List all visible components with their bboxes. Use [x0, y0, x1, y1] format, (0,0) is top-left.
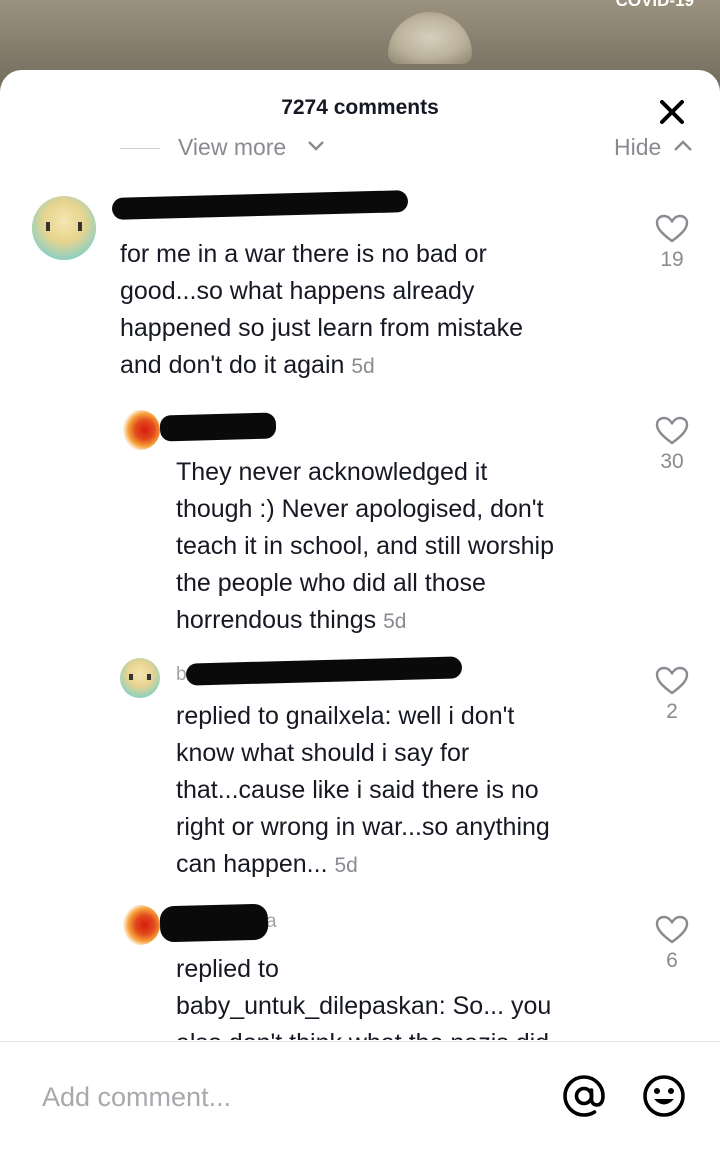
smiley-icon [643, 1075, 685, 1117]
close-button[interactable] [654, 94, 690, 130]
video-lamp-shape [388, 12, 472, 64]
view-more-replies-button[interactable]: View more [178, 136, 286, 161]
video-corner-label: COVID-19 [615, 0, 694, 10]
heart-outline-icon [655, 416, 689, 445]
like-count: 6 [666, 949, 678, 972]
avatar-face [46, 221, 82, 231]
comment-age: 5d [383, 610, 407, 633]
comment-text: replied to gnailxela: well i don't know … [176, 702, 550, 878]
avatar[interactable] [120, 410, 160, 450]
username-redacted [185, 656, 463, 686]
like-button[interactable]: 19 [652, 214, 692, 272]
like-button[interactable]: 2 [652, 666, 692, 724]
comment-age: 5d [351, 355, 375, 378]
heart-outline-icon [655, 214, 689, 243]
heart-outline-icon [655, 915, 689, 944]
avatar[interactable] [32, 196, 96, 260]
divider-line [120, 148, 160, 149]
chevron-up-icon [674, 140, 692, 151]
reply-to-handle[interactable]: baby_untuk_dilepaskan [176, 992, 439, 1020]
comments-count-title: 7274 comments [281, 96, 439, 119]
username-redacted[interactable] [159, 412, 277, 442]
hide-replies-button[interactable]: Hide [614, 136, 661, 161]
add-comment-input[interactable] [40, 1076, 524, 1118]
reply-item: They never acknowledged it though :) Nev… [0, 410, 720, 650]
comments-header: 7274 comments [0, 70, 720, 140]
reply-to-handle[interactable]: gnailxela [286, 702, 385, 730]
comment-age: 5d [334, 854, 358, 877]
at-sign-icon [563, 1075, 605, 1117]
emoji-button[interactable] [640, 1072, 688, 1120]
like-count: 19 [660, 248, 684, 271]
comment-text: replied to baby_untuk_dilepaskan: So... … [176, 955, 552, 1040]
chevron-down-icon [308, 141, 324, 151]
comment-text: for me in a war there is no bad or good.… [120, 240, 523, 379]
reply-item: bab replied to gnailxela: well i don't k… [0, 656, 720, 898]
like-count: 2 [666, 700, 678, 723]
username-redacted [159, 903, 269, 943]
mention-button[interactable] [560, 1072, 608, 1120]
like-count: 30 [660, 450, 684, 473]
replies-controls: View more Hide [0, 136, 720, 162]
avatar[interactable] [120, 658, 160, 698]
like-button[interactable]: 30 [652, 416, 692, 474]
avatar-face [128, 674, 152, 680]
reply-item: a replied to baby_untuk_dilepaskan: So..… [0, 903, 720, 1040]
close-icon [660, 100, 684, 124]
comments-sheet: 7274 comments View more Hide for me in a… [0, 70, 720, 1150]
username-redacted[interactable] [111, 190, 409, 220]
like-button[interactable]: 6 [652, 915, 692, 973]
comment-item: for me in a war there is no bad or good.… [0, 190, 720, 396]
avatar[interactable] [120, 905, 160, 945]
comment-text: They never acknowledged it though :) Nev… [176, 458, 554, 634]
comments-list: for me in a war there is no bad or good.… [0, 170, 720, 1040]
heart-outline-icon [655, 666, 689, 695]
comment-input-bar [0, 1041, 720, 1150]
